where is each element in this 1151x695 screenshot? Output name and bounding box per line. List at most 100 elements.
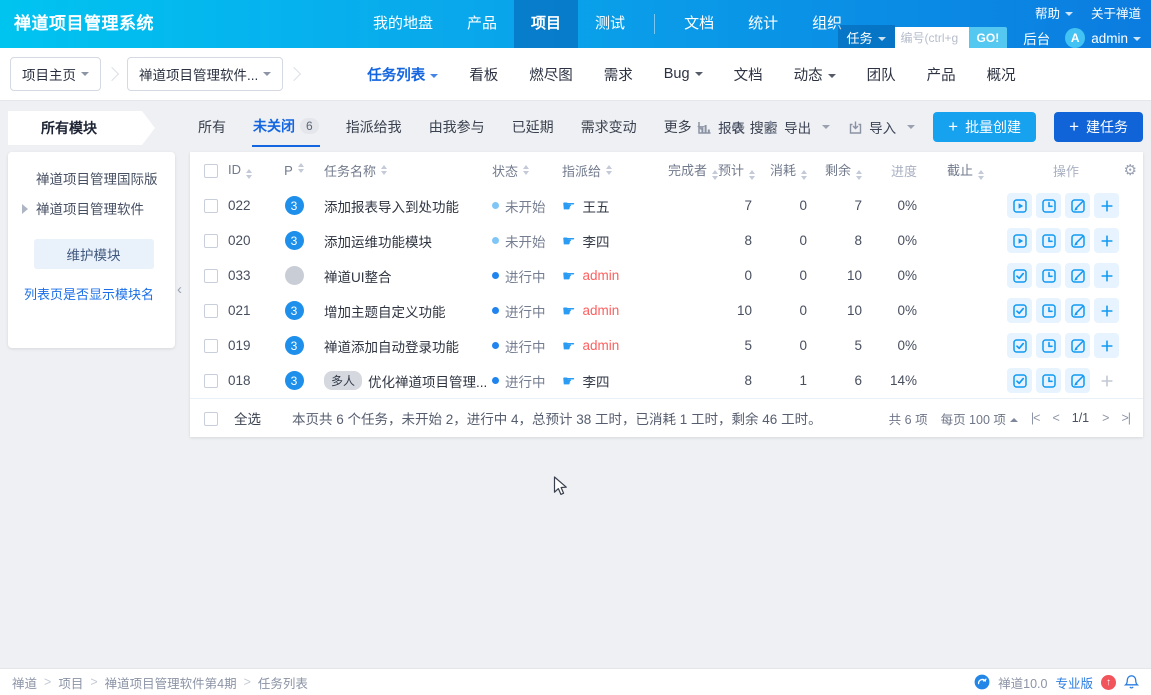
plus-task-button[interactable] (1094, 228, 1119, 253)
help-menu[interactable]: 帮助 (1035, 3, 1073, 22)
start-task-button[interactable] (1007, 193, 1032, 218)
backend-link[interactable]: 后台 (1023, 28, 1050, 48)
assign-hand-icon[interactable]: ☛ (562, 232, 575, 250)
footer-breadcrumb-zentao[interactable]: 禅道 (12, 673, 37, 692)
col-finisher-header[interactable]: 完成者 (668, 160, 718, 180)
gear-icon[interactable]: ⚙ (1124, 161, 1137, 179)
avatar[interactable]: A (1065, 28, 1085, 48)
assign-hand-icon[interactable]: ☛ (562, 267, 575, 285)
select-all-checkbox[interactable] (204, 412, 218, 426)
assign-hand-icon[interactable]: ☛ (562, 197, 575, 215)
all-modules-header[interactable]: 所有模块 (8, 111, 155, 145)
edit-task-button[interactable] (1065, 368, 1090, 393)
footer-breadcrumb-project[interactable]: 项目 (58, 673, 83, 692)
top-menu-my[interactable]: 我的地盘 (356, 0, 450, 48)
tab-story[interactable]: 需求 (604, 64, 633, 85)
plus-task-button[interactable] (1094, 263, 1119, 288)
row-checkbox[interactable] (204, 234, 218, 248)
col-assignee-header[interactable]: 指派给 (562, 161, 668, 180)
assign-hand-icon[interactable]: ☛ (562, 302, 575, 320)
col-status-header[interactable]: 状态 (488, 161, 562, 180)
col-left-header[interactable]: 剩余 (817, 160, 872, 180)
edition-link[interactable]: 专业版 (1055, 673, 1093, 692)
top-menu-project[interactable]: 项目 (514, 0, 578, 48)
filter-all[interactable]: 所有 (197, 110, 227, 146)
top-menu-doc[interactable]: 文档 (667, 0, 731, 48)
about-link[interactable]: 关于禅道 (1091, 3, 1141, 22)
plus-task-button[interactable] (1094, 298, 1119, 323)
row-checkbox[interactable] (204, 304, 218, 318)
tab-task-list[interactable]: 任务列表 (367, 64, 438, 85)
col-estimate-header[interactable]: 预计 (718, 160, 762, 180)
last-page-button[interactable]: >| (1121, 411, 1130, 425)
assignee-name[interactable]: admin (582, 338, 619, 353)
edit-task-button[interactable] (1065, 333, 1090, 358)
task-name[interactable]: 添加运维功能模块 (324, 231, 432, 251)
assignee-name[interactable]: admin (582, 303, 619, 318)
tab-doc[interactable]: 文档 (734, 64, 763, 85)
go-button[interactable]: GO! (969, 27, 1008, 50)
assignee-name[interactable]: 李四 (582, 371, 609, 391)
sidebar-item-intl[interactable]: 禅道项目管理国际版 (22, 169, 165, 190)
project-select-dropdown[interactable]: 禅道项目管理软件... (127, 57, 283, 91)
user-menu[interactable]: admin (1091, 31, 1141, 46)
filter-story-changed[interactable]: 需求变动 (580, 110, 638, 146)
plus-task-button[interactable] (1094, 193, 1119, 218)
assign-hand-icon[interactable]: ☛ (562, 337, 575, 355)
export-dropdown[interactable]: 导出 (763, 117, 830, 137)
finish-task-button[interactable] (1007, 333, 1032, 358)
row-checkbox[interactable] (204, 339, 218, 353)
start-task-button[interactable] (1007, 228, 1032, 253)
col-deadline-header[interactable]: 截止 (927, 160, 985, 180)
bell-icon[interactable] (1124, 674, 1139, 690)
tab-team[interactable]: 团队 (867, 64, 896, 85)
record-task-button[interactable] (1036, 298, 1061, 323)
task-name[interactable]: 禅道UI整合 (324, 266, 392, 286)
id-search-input[interactable] (895, 27, 969, 50)
filter-unclosed[interactable]: 未关闭6 (252, 109, 320, 147)
task-name[interactable]: 优化禅道项目管理... (368, 371, 487, 391)
create-task-button[interactable]: +建任务 (1054, 112, 1143, 142)
tab-product[interactable]: 产品 (927, 64, 956, 85)
project-home-dropdown[interactable]: 项目主页 (10, 57, 101, 91)
edit-task-button[interactable] (1065, 298, 1090, 323)
batch-create-button[interactable]: +批量创建 (933, 112, 1036, 142)
top-menu-product[interactable]: 产品 (450, 0, 514, 48)
edit-task-button[interactable] (1065, 228, 1090, 253)
first-page-button[interactable]: |< (1031, 411, 1040, 425)
plus-task-button[interactable] (1094, 333, 1119, 358)
col-priority-header[interactable]: P (272, 163, 316, 178)
update-badge[interactable]: ↑ (1101, 675, 1116, 690)
finish-task-button[interactable] (1007, 368, 1032, 393)
record-task-button[interactable] (1036, 368, 1061, 393)
task-name[interactable]: 增加主题自定义功能 (324, 301, 446, 321)
report-button[interactable]: 报表 (697, 117, 745, 137)
row-checkbox[interactable] (204, 199, 218, 213)
footer-breadcrumb-task-list[interactable]: 任务列表 (258, 673, 308, 692)
per-page-dropdown[interactable]: 每页 100 项 (941, 409, 1018, 428)
select-all-label[interactable]: 全选 (234, 408, 261, 428)
edit-task-button[interactable] (1065, 193, 1090, 218)
record-task-button[interactable] (1036, 228, 1061, 253)
record-task-button[interactable] (1036, 193, 1061, 218)
assignee-name[interactable]: 李四 (582, 231, 609, 251)
tab-dynamic[interactable]: 动态 (794, 64, 836, 85)
top-menu-stats[interactable]: 统计 (731, 0, 795, 48)
col-name-header[interactable]: 任务名称 (316, 161, 488, 180)
filter-delayed[interactable]: 已延期 (511, 110, 555, 146)
task-name[interactable]: 禅道添加自动登录功能 (324, 336, 459, 356)
assignee-name[interactable]: admin (582, 268, 619, 283)
select-all-checkbox[interactable] (204, 164, 218, 178)
tab-overview[interactable]: 概况 (987, 64, 1016, 85)
tab-burndown[interactable]: 燃尽图 (529, 64, 573, 85)
col-id-header[interactable]: ID (228, 162, 272, 179)
record-task-button[interactable] (1036, 263, 1061, 288)
tab-kanban[interactable]: 看板 (469, 64, 498, 85)
row-checkbox[interactable] (204, 374, 218, 388)
row-checkbox[interactable] (204, 269, 218, 283)
edit-task-button[interactable] (1065, 263, 1090, 288)
filter-assigned-to-me[interactable]: 指派给我 (345, 110, 403, 146)
finish-task-button[interactable] (1007, 298, 1032, 323)
top-menu-test[interactable]: 测试 (578, 0, 642, 48)
col-consumed-header[interactable]: 消耗 (762, 160, 817, 180)
